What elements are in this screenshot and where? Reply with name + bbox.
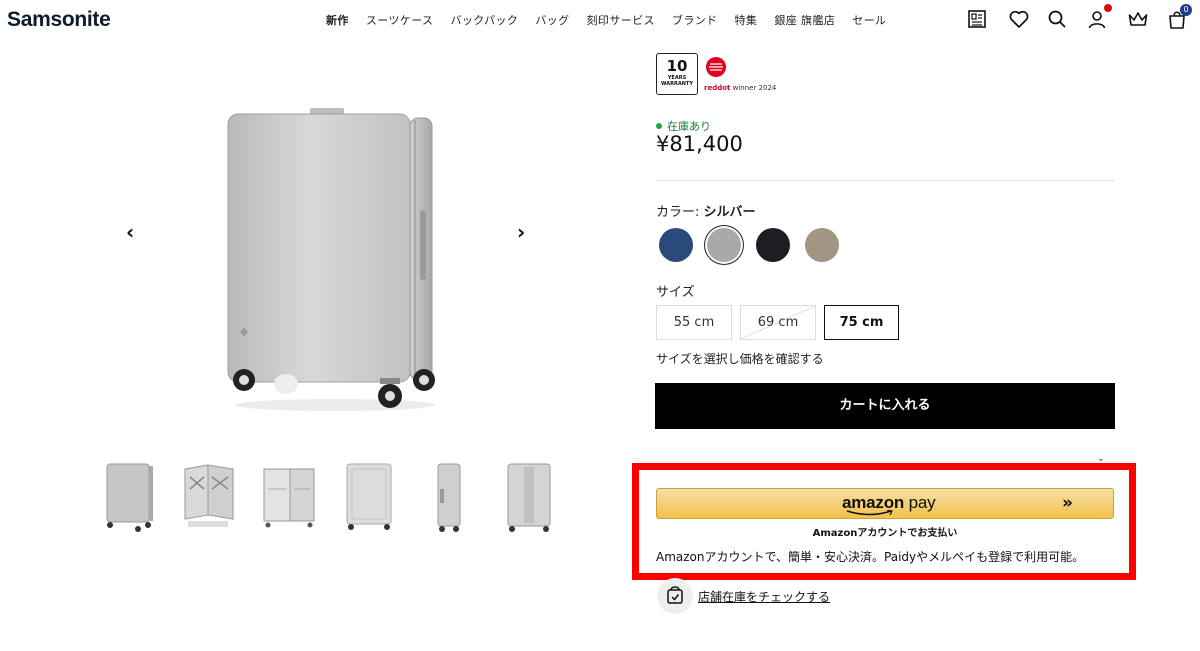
samsonite-logo[interactable]: Samsonite [7, 8, 111, 32]
reddot-award-text: reddot winner 2024 [704, 84, 776, 92]
warranty-years: 10 [666, 57, 688, 75]
color-label: カラー: シルバー [656, 201, 756, 220]
nav-item-backpack[interactable]: バックパック [450, 12, 518, 28]
product-price: ¥81,400 [656, 132, 743, 156]
user-icon[interactable] [1086, 8, 1108, 30]
gallery-next-arrow[interactable]: › [517, 220, 525, 244]
color-swatch-black[interactable] [756, 228, 790, 262]
size-button-75[interactable]: 75 cm [824, 305, 899, 340]
add-to-cart-button[interactable]: カートに入れる [655, 383, 1115, 429]
store-bag-icon [667, 586, 683, 604]
color-swatch-navy[interactable] [659, 228, 693, 262]
double-chevron-right-icon: » [1062, 493, 1073, 513]
size-label: サイズ [656, 285, 695, 300]
thumbnail-open-2[interactable] [260, 459, 318, 534]
size-button-69[interactable]: 69 cm [740, 305, 816, 340]
amazon-pay-button[interactable]: amazon pay » [656, 488, 1114, 519]
catalog-icon[interactable] [966, 8, 988, 30]
size-note: サイズを選択し価格を確認する [656, 352, 824, 366]
size-69-label: 69 cm [757, 315, 799, 330]
reddot-year: winner 2024 [730, 84, 777, 92]
cart-count-badge: 0 [1180, 4, 1192, 16]
thumbnail-open-1[interactable] [180, 459, 238, 534]
nav-item-new[interactable]: 新作 [326, 12, 349, 28]
size-75-label: 75 cm [839, 315, 884, 330]
color-swatch-taupe[interactable] [805, 228, 839, 262]
crown-icon[interactable] [1127, 8, 1149, 30]
reddot-award-icon [706, 57, 726, 77]
nav-item-brand[interactable]: ブランド [672, 12, 718, 28]
pay-logo-text: pay [904, 493, 936, 512]
heart-icon[interactable] [1008, 8, 1030, 30]
site-header: Samsonite 新作 スーツケース バックパック バッグ 刻印サービス ブラ… [0, 0, 1200, 40]
store-stock-icon-wrap[interactable] [657, 578, 693, 614]
nav-item-suitcase[interactable]: スーツケース [366, 12, 434, 28]
divider [656, 180, 1115, 181]
thumbnail-side-1[interactable] [420, 459, 478, 534]
color-swatch-silver[interactable] [707, 228, 741, 262]
thumbnail-back[interactable] [340, 459, 398, 534]
main-nav: 新作 スーツケース バックパック バッグ 刻印サービス ブランド 特集 銀座 旗… [326, 12, 886, 28]
nav-item-feature[interactable]: 特集 [735, 12, 758, 28]
warranty-badge: 10 YEARS WARRANTY [656, 53, 698, 95]
color-label-prefix: カラー: [656, 205, 704, 220]
amazon-smile-icon [846, 510, 893, 516]
thumbnail-front[interactable] [100, 459, 158, 534]
thumbnail-strip [100, 459, 558, 534]
amazon-pay-subtext: Amazonアカウントでお支払い [812, 528, 958, 539]
product-main-image [227, 108, 435, 411]
search-icon[interactable] [1046, 8, 1068, 30]
nav-item-sale[interactable]: セール [852, 12, 886, 28]
stock-dot-icon [656, 123, 662, 129]
notification-dot [1104, 4, 1112, 12]
size-55-label: 55 cm [673, 315, 715, 330]
gallery-prev-arrow[interactable]: ‹ [126, 220, 134, 244]
warranty-label: WARRANTY [661, 81, 693, 87]
check-store-stock-link[interactable]: 店舗在庫をチェックする [698, 588, 830, 605]
nav-item-bag[interactable]: バッグ [535, 12, 569, 28]
size-button-55[interactable]: 55 cm [656, 305, 732, 340]
nav-item-engraving[interactable]: 刻印サービス [587, 12, 655, 28]
reddot-brand: reddot [704, 84, 731, 92]
amazon-pay-description: Amazonアカウントで、簡単・安心決済。Paidyやメルペイも登録で利用可能。 [656, 550, 1085, 564]
nav-item-ginza-store[interactable]: 銀座 旗艦店 [774, 12, 835, 28]
thumbnail-side-2[interactable] [500, 459, 558, 534]
color-name: シルバー [703, 205, 756, 220]
